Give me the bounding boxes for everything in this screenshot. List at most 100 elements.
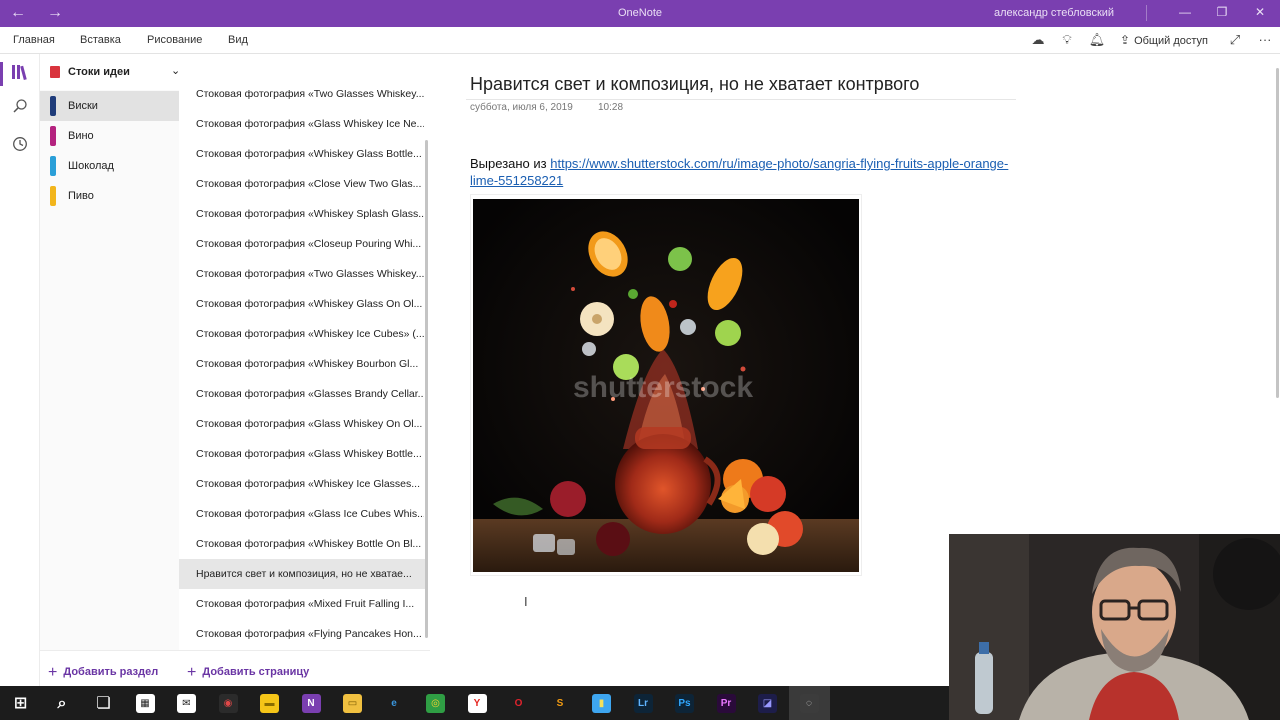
taskbar-button[interactable]: ◪ xyxy=(747,686,788,720)
taskbar-button[interactable]: Ps xyxy=(664,686,705,720)
page-item[interactable]: Стоковая фотография «Glass Whiskey Ice N… xyxy=(179,109,427,139)
navigation-rail xyxy=(0,54,40,686)
title-underline xyxy=(466,99,1016,100)
page-item[interactable]: Стоковая фотография «Whiskey Ice Glasses… xyxy=(179,469,427,499)
recent-clock-icon[interactable] xyxy=(0,136,40,156)
webcam-overlay xyxy=(949,534,1280,720)
premiere-icon: Pr xyxy=(716,694,736,713)
menu-home[interactable]: Главная xyxy=(13,34,55,46)
taskbar-button[interactable]: O xyxy=(498,686,539,720)
page-item[interactable]: Стоковая фотография «Whiskey Bottle On B… xyxy=(179,529,427,559)
clip-source-link[interactable]: https://www.shutterstock.com/ru/image-ph… xyxy=(470,156,1008,188)
menu-insert[interactable]: Вставка xyxy=(80,34,121,46)
search-icon[interactable] xyxy=(0,98,40,118)
page-item[interactable]: Стоковая фотография «Mixed Fruit Falling… xyxy=(179,589,427,619)
chevron-down-icon: ⌄ xyxy=(171,65,181,77)
page-title: Стоковая фотография «Mixed Fruit Falling… xyxy=(196,598,415,610)
notebook-selector[interactable]: Стоки идеи ⌄ xyxy=(40,54,430,90)
page-item-selected[interactable]: Нравится свет и композиция, но не хватае… xyxy=(179,559,427,589)
page-item[interactable]: Стоковая фотография «Glass Whiskey On Ol… xyxy=(179,409,427,439)
taskbar-button[interactable]: ◉ xyxy=(208,686,249,720)
page-item[interactable]: Стоковая фотография «Close View Two Glas… xyxy=(179,169,427,199)
menu-draw[interactable]: Рисование xyxy=(147,34,202,46)
taskbar-button[interactable]: ⊞ xyxy=(0,686,41,720)
file-explorer-icon: ▭ xyxy=(343,694,362,713)
restore-icon[interactable]: ❐ xyxy=(1212,5,1232,19)
section-beer[interactable]: Пиво xyxy=(40,181,179,211)
menu-view[interactable]: Вид xyxy=(228,34,248,46)
page-item[interactable]: Стоковая фотография «Two Glasses Whiskey… xyxy=(179,90,427,109)
opera-icon: O xyxy=(514,698,523,709)
taskbar-button[interactable]: Y xyxy=(457,686,498,720)
taskbar-button[interactable]: ❏ xyxy=(83,686,124,720)
more-icon[interactable]: ··· xyxy=(1256,32,1274,47)
section-color-tab xyxy=(50,156,56,176)
canvas-scrollbar[interactable] xyxy=(1276,68,1279,398)
taskbar-button[interactable]: ◌ xyxy=(788,686,830,720)
section-whisky[interactable]: Виски xyxy=(40,91,179,121)
page-item[interactable]: Стоковая фотография «Whiskey Splash Glas… xyxy=(179,199,427,229)
page-title: Стоковая фотография «Whiskey Glass On Ol… xyxy=(196,298,423,310)
taskbar-button[interactable]: S xyxy=(540,686,581,720)
lightbulb-icon[interactable]: 💡︎ xyxy=(1058,32,1076,48)
note-date: суббота, июля 6, 2019 xyxy=(470,102,573,113)
notebooks-icon[interactable] xyxy=(0,64,40,84)
page-item[interactable]: Стоковая фотография «Closeup Pouring Whi… xyxy=(179,229,427,259)
sections-list: Виски Вино Шоколад Пиво xyxy=(40,90,179,650)
taskbar-button[interactable]: e xyxy=(374,686,415,720)
sync-icon[interactable]: ☁ xyxy=(1029,32,1047,48)
add-page-label: Добавить страницу xyxy=(202,666,310,678)
page-title: Стоковая фотография «Close View Two Glas… xyxy=(196,178,422,190)
taskbar-button[interactable]: N xyxy=(291,686,332,720)
pages-scrollbar[interactable] xyxy=(425,140,428,638)
sangria-photo[interactable]: shutterstock xyxy=(473,199,859,572)
pages-list: Стоковая фотография «Two Glasses Whiskey… xyxy=(179,90,429,650)
minimize-icon[interactable]: — xyxy=(1175,5,1195,19)
app-s-icon: S xyxy=(556,698,564,709)
page-title: Нравится свет и композиция, но не хватае… xyxy=(196,568,412,580)
page-title: Стоковая фотография «Whiskey Ice Cubes» … xyxy=(196,328,424,340)
page-item[interactable]: Стоковая фотография «Glass Ice Cubes Whi… xyxy=(179,499,427,529)
page-item[interactable]: Стоковая фотография «Whiskey Glass Bottl… xyxy=(179,139,427,169)
page-item[interactable]: Стоковая фотография «Whiskey Ice Cubes» … xyxy=(179,319,427,349)
taskbar-button[interactable]: ✉ xyxy=(166,686,207,720)
page-item[interactable]: Стоковая фотография «Two Glasses Whiskey… xyxy=(179,259,427,289)
bell-icon[interactable]: 🔔︎ xyxy=(1088,32,1106,48)
page-title: Стоковая фотография «Glass Whiskey Ice N… xyxy=(196,118,424,130)
add-section-button[interactable]: + Добавить раздел xyxy=(48,662,158,681)
note-title[interactable]: Нравится свет и композиция, но не хватае… xyxy=(470,74,919,95)
page-item[interactable]: Стоковая фотография «Flying Pancakes Hon… xyxy=(179,619,427,649)
clip-prefix: Вырезано из xyxy=(470,156,547,171)
windows-taskbar: ⊞ ⌕ ❏ ▦ ✉ ◉ ▬ N ▭ e ◎ Y O S ▮ Lr Ps Pr ◪ ◌ xyxy=(0,686,949,720)
page-item[interactable]: Стоковая фотография «Whiskey Glass On Ol… xyxy=(179,289,427,319)
section-label: Виски xyxy=(68,100,98,112)
taskbar-button[interactable]: ▮ xyxy=(581,686,622,720)
taskbar-button[interactable]: ▦ xyxy=(125,686,166,720)
user-name[interactable]: александр стебловский xyxy=(994,7,1114,19)
page-title: Стоковая фотография «Closeup Pouring Whi… xyxy=(196,238,422,250)
page-title: Стоковая фотография «Whiskey Bourbon Gl.… xyxy=(196,358,419,370)
taskbar-button[interactable]: ⌕ xyxy=(42,686,83,720)
search-icon: ⌕ xyxy=(57,695,67,712)
section-chocolate[interactable]: Шоколад xyxy=(40,151,179,181)
taskbar-button[interactable]: ◎ xyxy=(415,686,456,720)
section-label: Шоколад xyxy=(68,160,114,172)
page-title: Стоковая фотография «Glass Whiskey On Ol… xyxy=(196,418,423,430)
page-item[interactable]: Стоковая фотография «Glass Whiskey Bottl… xyxy=(179,439,427,469)
taskbar-button[interactable]: ▬ xyxy=(249,686,290,720)
page-title: Стоковая фотография «Whiskey Bottle On B… xyxy=(196,538,422,550)
section-color-tab xyxy=(50,186,56,206)
expand-icon[interactable]: ⤢ xyxy=(1226,32,1244,48)
taskbar-button[interactable]: Lr xyxy=(623,686,664,720)
taskbar-button[interactable]: Pr xyxy=(706,686,747,720)
taskbar-button[interactable]: ▭ xyxy=(332,686,373,720)
share-button[interactable]: ⇪ Общий доступ xyxy=(1120,33,1208,47)
section-wine[interactable]: Вино xyxy=(40,121,179,151)
clip-source: Вырезано из https://www.shutterstock.com… xyxy=(470,155,1030,189)
section-color-tab xyxy=(50,126,56,146)
page-item[interactable]: Стоковая фотография «Glasses Brandy Cell… xyxy=(179,379,427,409)
page-item[interactable]: Стоковая фотография «Whiskey Bourbon Gl.… xyxy=(179,349,427,379)
add-page-button[interactable]: + Добавить страницу xyxy=(187,662,310,681)
text-cursor-icon: I xyxy=(524,594,528,609)
close-icon[interactable]: ✕ xyxy=(1250,5,1270,19)
